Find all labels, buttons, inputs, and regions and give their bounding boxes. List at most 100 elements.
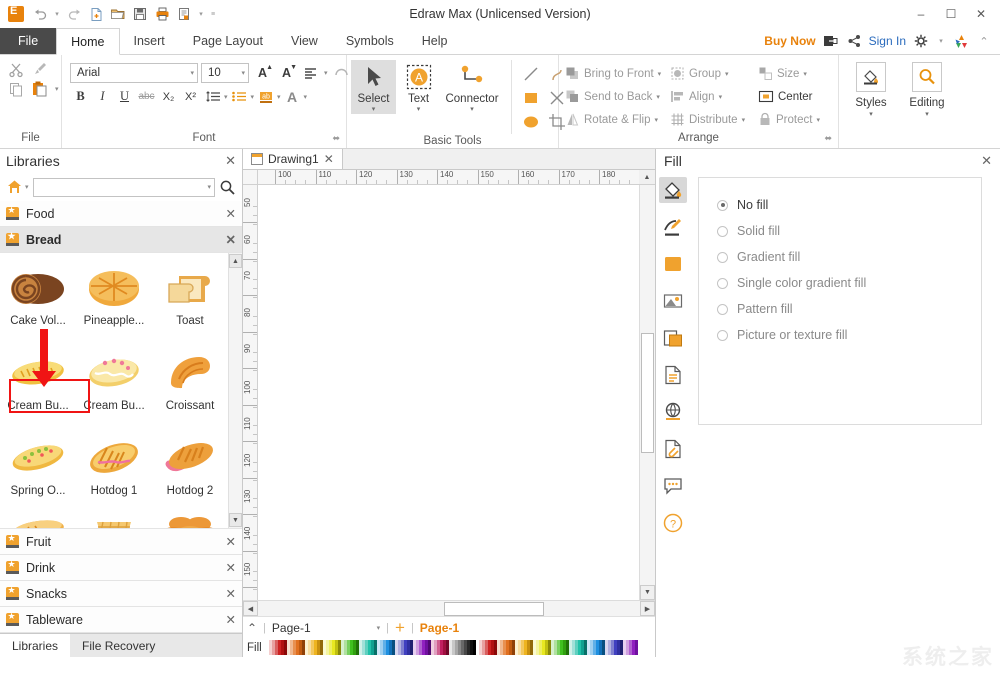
connector-tool-caret-icon[interactable]: ▾ (470, 106, 474, 114)
minimize-button[interactable]: – (906, 2, 936, 26)
print-preview-icon[interactable] (174, 4, 194, 24)
horizontal-scroll-thumb[interactable] (444, 602, 544, 616)
undo-icon[interactable] (30, 4, 50, 24)
radio-pattern-fill[interactable] (717, 304, 728, 315)
radio-single-color-gradient-fill[interactable] (717, 278, 728, 289)
menu-tab-symbols[interactable]: Symbols (332, 28, 408, 54)
menu-tab-help[interactable]: Help (408, 28, 462, 54)
protect-caret-icon[interactable]: ▾ (816, 116, 820, 124)
export-icon[interactable] (823, 33, 839, 49)
center-button[interactable]: Center (756, 85, 836, 108)
editing-button[interactable]: Editing ▾ (899, 60, 955, 119)
group-button[interactable]: Group ▾ (668, 62, 756, 85)
shape-item[interactable]: Hotdog 2 (152, 427, 228, 512)
text-align-caret-icon[interactable]: ▾ (324, 69, 328, 77)
fill-option-solid-fill[interactable]: Solid fill (717, 218, 981, 244)
paste-icon[interactable] (31, 80, 49, 98)
line-spacing-caret-icon[interactable]: ▾ (224, 93, 228, 101)
comment-icon[interactable] (659, 473, 687, 499)
print-icon[interactable] (152, 4, 172, 24)
fill-option-no-fill[interactable]: No fill (717, 192, 981, 218)
libraries-close-icon[interactable]: ✕ (225, 153, 236, 169)
canvas-scroll-up-button[interactable]: ▲ (639, 170, 655, 185)
tab-libraries[interactable]: Libraries (0, 634, 70, 657)
fill-option-pattern-fill[interactable]: Pattern fill (717, 296, 981, 322)
menu-tab-page-layout[interactable]: Page Layout (179, 28, 277, 54)
close-tableware-icon[interactable]: ✕ (226, 612, 236, 627)
menu-tab-file[interactable]: File (0, 28, 56, 54)
distribute-caret-icon[interactable]: ▾ (742, 116, 746, 124)
shrink-font-button[interactable]: A▼ (276, 62, 297, 83)
color-swatch[interactable] (635, 640, 638, 655)
group-caret-icon[interactable]: ▾ (725, 70, 729, 78)
superscript-button[interactable]: X² (180, 86, 201, 107)
ellipse-shape-icon[interactable] (518, 110, 544, 134)
close-button[interactable]: ✕ (966, 2, 996, 26)
close-drink-icon[interactable]: ✕ (226, 560, 236, 575)
styles-button[interactable]: Styles ▾ (843, 60, 899, 119)
send-to-back-button[interactable]: Send to Back ▾ (563, 85, 668, 108)
close-food-icon[interactable]: ✕ (226, 206, 236, 221)
align-caret-icon[interactable]: ▾ (719, 93, 723, 101)
bullets-button[interactable] (229, 86, 250, 107)
shape-item[interactable]: Hotdog 1 (76, 427, 152, 512)
line-spacing-button[interactable] (202, 86, 223, 107)
font-dialog-launcher[interactable]: ⬌ (332, 131, 340, 146)
horizontal-scroll-track[interactable] (258, 602, 640, 616)
bold-button[interactable]: B (70, 86, 91, 107)
rotate-flip-button[interactable]: Rotate & Flip ▾ (563, 108, 668, 131)
page-selector[interactable]: Page-1 (272, 621, 311, 635)
strikethrough-button[interactable]: abc (136, 86, 157, 107)
sidebar-category-drink[interactable]: Drink ✕ (0, 555, 242, 581)
color-palette-strip[interactable] (266, 640, 655, 655)
active-page-tab[interactable]: Page-1 (420, 621, 459, 635)
italic-button[interactable]: I (92, 86, 113, 107)
shape-item[interactable] (76, 512, 152, 528)
font-size-select[interactable]: 10 ▾ (201, 63, 249, 83)
canvas-scroll-left-button[interactable]: ◀ (243, 601, 258, 616)
shape-item[interactable] (152, 512, 228, 528)
help-icon[interactable]: ? (659, 510, 687, 536)
text-align-button[interactable] (300, 62, 321, 83)
undo-dropdown-caret[interactable]: ▾ (52, 10, 62, 18)
home-caret-icon[interactable]: ▾ (25, 183, 29, 191)
radio-solid-fill[interactable] (717, 226, 728, 237)
search-caret-icon[interactable]: ▾ (207, 183, 211, 191)
shape-item[interactable]: Cake Vol... (0, 257, 76, 342)
color-swatch-icon[interactable] (659, 251, 687, 277)
menu-tab-insert[interactable]: Insert (120, 28, 179, 54)
redo-icon[interactable] (64, 4, 84, 24)
canvas-scroll-down-button[interactable]: ▼ (640, 585, 655, 600)
fill-option-single-color-gradient-fill[interactable]: Single color gradient fill (717, 270, 981, 296)
rectangle-shape-icon[interactable] (518, 86, 544, 110)
close-bread-icon[interactable]: ✕ (226, 232, 236, 247)
page-sheet[interactable] (258, 185, 639, 600)
bring-to-front-caret-icon[interactable]: ▾ (658, 70, 662, 78)
size-caret-icon[interactable]: ▾ (803, 70, 807, 78)
protect-button[interactable]: Protect ▾ (756, 108, 836, 131)
close-snacks-icon[interactable]: ✕ (226, 586, 236, 601)
menu-tab-view[interactable]: View (277, 28, 332, 54)
styles-caret-icon[interactable]: ▾ (869, 111, 873, 119)
sidebar-category-snacks[interactable]: Snacks ✕ (0, 581, 242, 607)
hyperlink-globe-icon[interactable] (659, 399, 687, 425)
sidebar-category-tableware[interactable]: Tableware ✕ (0, 607, 242, 633)
print-preview-caret[interactable]: ▾ (196, 10, 206, 18)
subscript-button[interactable]: X₂ (158, 86, 179, 107)
search-input[interactable]: ▾ (33, 178, 215, 197)
highlight-caret-icon[interactable]: ▾ (277, 93, 281, 101)
page-selector-caret-icon[interactable]: ▾ (377, 624, 381, 632)
shadow-picture-icon[interactable] (659, 288, 687, 314)
shape-item[interactable]: Cream Bu... (76, 342, 152, 427)
open-folder-icon[interactable] (108, 4, 128, 24)
radio-picture-or-texture-fill[interactable] (717, 330, 728, 341)
sidebar-category-food[interactable]: Food ✕ (0, 201, 242, 227)
add-page-button[interactable]: + (395, 621, 405, 635)
vertical-scroll-thumb[interactable] (641, 333, 654, 453)
shape-item[interactable]: Croissant (152, 342, 228, 427)
fill-panel-close-icon[interactable]: ✕ (981, 153, 992, 169)
text-tool-button[interactable]: A Text ▾ (396, 60, 441, 114)
gear-caret-icon[interactable]: ▾ (936, 37, 946, 45)
shape-item[interactable]: Cream Bu... (0, 342, 76, 427)
scroll-down-icon[interactable]: ▼ (229, 513, 242, 527)
